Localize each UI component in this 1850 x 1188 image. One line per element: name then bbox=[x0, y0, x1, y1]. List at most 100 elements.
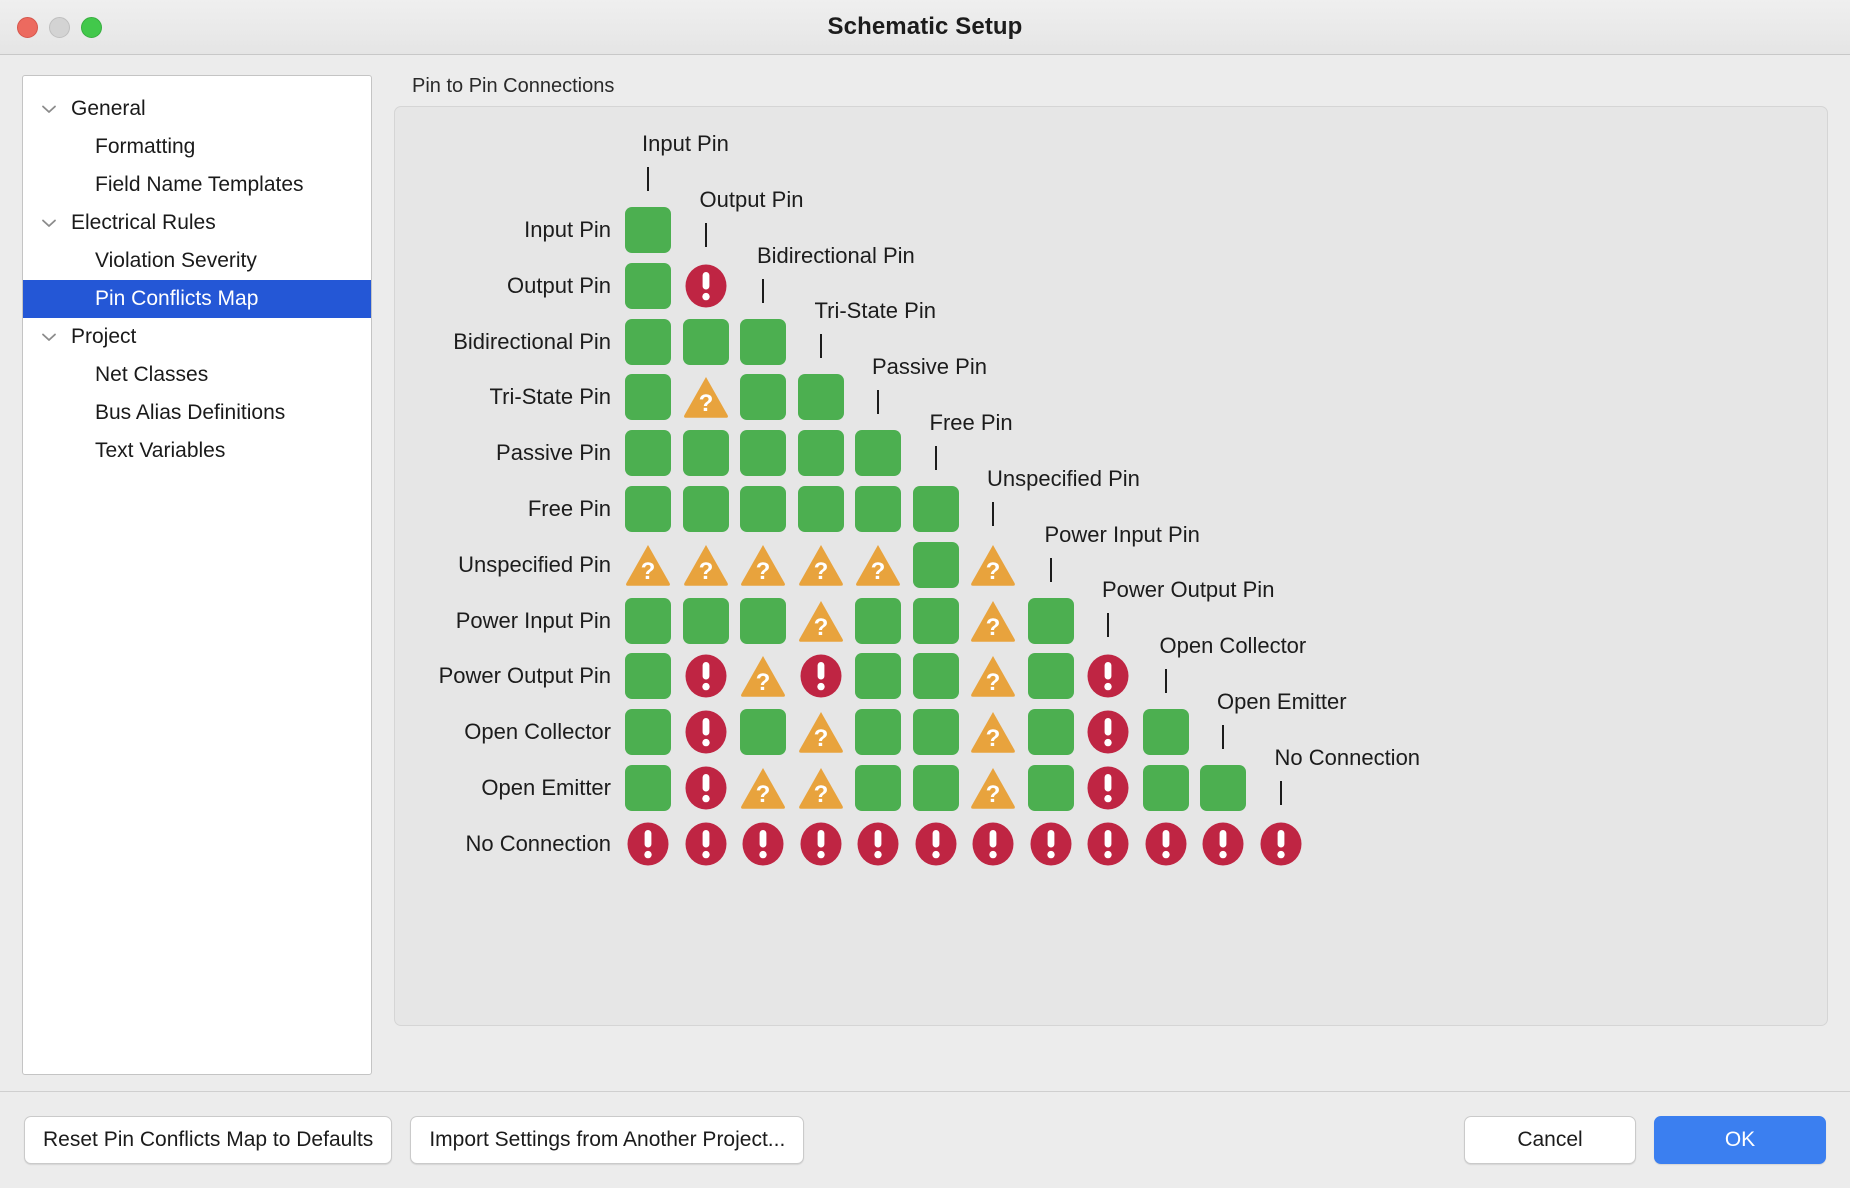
matrix-cell-ok-icon[interactable] bbox=[625, 486, 671, 532]
pin-conflicts-matrix-panel[interactable]: Input PinInput PinOutput PinOutput PinBi… bbox=[394, 106, 1828, 1026]
import-settings-button[interactable]: Import Settings from Another Project... bbox=[410, 1116, 804, 1164]
cancel-button[interactable]: Cancel bbox=[1464, 1116, 1636, 1164]
matrix-cell-error-icon[interactable] bbox=[683, 653, 729, 699]
matrix-cell-ok-icon[interactable] bbox=[913, 653, 959, 699]
matrix-cell-ok-icon[interactable] bbox=[913, 486, 959, 532]
matrix-cell-ok-icon[interactable] bbox=[1143, 765, 1189, 811]
matrix-cell-error-icon[interactable] bbox=[1143, 821, 1189, 867]
matrix-cell-error-icon[interactable] bbox=[798, 653, 844, 699]
matrix-cell-warning-icon[interactable]: ? bbox=[625, 542, 671, 588]
matrix-cell-ok-icon[interactable] bbox=[855, 486, 901, 532]
matrix-cell-warning-icon[interactable]: ? bbox=[740, 542, 786, 588]
matrix-cell-warning-icon[interactable]: ? bbox=[798, 598, 844, 644]
matrix-cell-ok-icon[interactable] bbox=[1028, 598, 1074, 644]
matrix-cell-error-icon[interactable] bbox=[683, 263, 729, 309]
matrix-cell-error-icon[interactable] bbox=[1200, 821, 1246, 867]
matrix-cell-warning-icon[interactable]: ? bbox=[683, 374, 729, 420]
matrix-cell-ok-icon[interactable] bbox=[913, 542, 959, 588]
matrix-cell-warning-icon[interactable]: ? bbox=[740, 653, 786, 699]
matrix-cell-ok-icon[interactable] bbox=[625, 598, 671, 644]
sidebar-item-bus-alias-definitions[interactable]: Bus Alias Definitions bbox=[23, 394, 371, 432]
chevron-down-icon[interactable] bbox=[33, 90, 65, 128]
matrix-cell-error-icon[interactable] bbox=[1085, 653, 1131, 699]
matrix-cell-warning-icon[interactable]: ? bbox=[798, 709, 844, 755]
matrix-cell-warning-icon[interactable]: ? bbox=[970, 765, 1016, 811]
matrix-cell-ok-icon[interactable] bbox=[683, 319, 729, 365]
sidebar-item-project[interactable]: Project bbox=[23, 318, 371, 356]
matrix-cell-ok-icon[interactable] bbox=[798, 430, 844, 476]
matrix-cell-error-icon[interactable] bbox=[1085, 709, 1131, 755]
matrix-cell-ok-icon[interactable] bbox=[625, 765, 671, 811]
matrix-cell-error-icon[interactable] bbox=[683, 765, 729, 811]
matrix-cell-ok-icon[interactable] bbox=[740, 430, 786, 476]
matrix-cell-ok-icon[interactable] bbox=[913, 709, 959, 755]
sidebar-item-net-classes[interactable]: Net Classes bbox=[23, 356, 371, 394]
matrix-cell-ok-icon[interactable] bbox=[1028, 765, 1074, 811]
matrix-cell-ok-icon[interactable] bbox=[625, 709, 671, 755]
matrix-cell-warning-icon[interactable]: ? bbox=[970, 598, 1016, 644]
matrix-cell-ok-icon[interactable] bbox=[683, 486, 729, 532]
matrix-cell-ok-icon[interactable] bbox=[625, 319, 671, 365]
matrix-cell-ok-icon[interactable] bbox=[740, 598, 786, 644]
minimize-button[interactable] bbox=[49, 17, 70, 38]
ok-button[interactable]: OK bbox=[1654, 1116, 1826, 1164]
matrix-cell-ok-icon[interactable] bbox=[625, 263, 671, 309]
matrix-cell-ok-icon[interactable] bbox=[1200, 765, 1246, 811]
matrix-cell-error-icon[interactable] bbox=[1028, 821, 1074, 867]
matrix-cell-warning-icon[interactable]: ? bbox=[740, 765, 786, 811]
matrix-cell-error-icon[interactable] bbox=[1085, 821, 1131, 867]
matrix-cell-error-icon[interactable] bbox=[798, 821, 844, 867]
matrix-cell-ok-icon[interactable] bbox=[740, 709, 786, 755]
sidebar-item-violation-severity[interactable]: Violation Severity bbox=[23, 242, 371, 280]
matrix-cell-error-icon[interactable] bbox=[913, 821, 959, 867]
matrix-cell-warning-icon[interactable]: ? bbox=[970, 709, 1016, 755]
matrix-cell-warning-icon[interactable]: ? bbox=[683, 542, 729, 588]
sidebar-item-field-name-templates[interactable]: Field Name Templates bbox=[23, 166, 371, 204]
chevron-down-icon[interactable] bbox=[33, 204, 65, 242]
close-button[interactable] bbox=[17, 17, 38, 38]
matrix-cell-ok-icon[interactable] bbox=[913, 765, 959, 811]
matrix-cell-ok-icon[interactable] bbox=[1028, 653, 1074, 699]
matrix-cell-warning-icon[interactable]: ? bbox=[970, 653, 1016, 699]
sidebar-item-text-variables[interactable]: Text Variables bbox=[23, 432, 371, 470]
settings-tree[interactable]: GeneralFormattingField Name TemplatesEle… bbox=[22, 75, 372, 1075]
matrix-cell-error-icon[interactable] bbox=[683, 709, 729, 755]
matrix-cell-ok-icon[interactable] bbox=[683, 598, 729, 644]
matrix-cell-ok-icon[interactable] bbox=[740, 319, 786, 365]
matrix-cell-error-icon[interactable] bbox=[1085, 765, 1131, 811]
matrix-cell-ok-icon[interactable] bbox=[855, 653, 901, 699]
reset-pin-conflicts-map-button[interactable]: Reset Pin Conflicts Map to Defaults bbox=[24, 1116, 392, 1164]
matrix-cell-ok-icon[interactable] bbox=[1143, 709, 1189, 755]
matrix-cell-error-icon[interactable] bbox=[1258, 821, 1304, 867]
matrix-cell-ok-icon[interactable] bbox=[625, 374, 671, 420]
matrix-cell-ok-icon[interactable] bbox=[740, 486, 786, 532]
matrix-cell-error-icon[interactable] bbox=[740, 821, 786, 867]
chevron-down-icon[interactable] bbox=[33, 318, 65, 356]
matrix-cell-ok-icon[interactable] bbox=[625, 207, 671, 253]
matrix-cell-error-icon[interactable] bbox=[855, 821, 901, 867]
matrix-cell-ok-icon[interactable] bbox=[1028, 709, 1074, 755]
matrix-cell-error-icon[interactable] bbox=[625, 821, 671, 867]
matrix-cell-ok-icon[interactable] bbox=[913, 598, 959, 644]
maximize-button[interactable] bbox=[81, 17, 102, 38]
matrix-cell-error-icon[interactable] bbox=[970, 821, 1016, 867]
matrix-cell-warning-icon[interactable]: ? bbox=[798, 542, 844, 588]
sidebar-item-formatting[interactable]: Formatting bbox=[23, 128, 371, 166]
matrix-cell-ok-icon[interactable] bbox=[798, 374, 844, 420]
matrix-cell-ok-icon[interactable] bbox=[625, 653, 671, 699]
matrix-cell-error-icon[interactable] bbox=[683, 821, 729, 867]
sidebar-item-electrical-rules[interactable]: Electrical Rules bbox=[23, 204, 371, 242]
matrix-cell-ok-icon[interactable] bbox=[798, 486, 844, 532]
matrix-cell-warning-icon[interactable]: ? bbox=[855, 542, 901, 588]
matrix-cell-ok-icon[interactable] bbox=[625, 430, 671, 476]
matrix-cell-ok-icon[interactable] bbox=[740, 374, 786, 420]
matrix-cell-warning-icon[interactable]: ? bbox=[970, 542, 1016, 588]
sidebar-item-general[interactable]: General bbox=[23, 90, 371, 128]
sidebar-item-pin-conflicts-map[interactable]: Pin Conflicts Map bbox=[23, 280, 371, 318]
matrix-cell-ok-icon[interactable] bbox=[855, 430, 901, 476]
matrix-cell-warning-icon[interactable]: ? bbox=[798, 765, 844, 811]
matrix-cell-ok-icon[interactable] bbox=[683, 430, 729, 476]
matrix-cell-ok-icon[interactable] bbox=[855, 709, 901, 755]
matrix-cell-ok-icon[interactable] bbox=[855, 598, 901, 644]
matrix-cell-ok-icon[interactable] bbox=[855, 765, 901, 811]
